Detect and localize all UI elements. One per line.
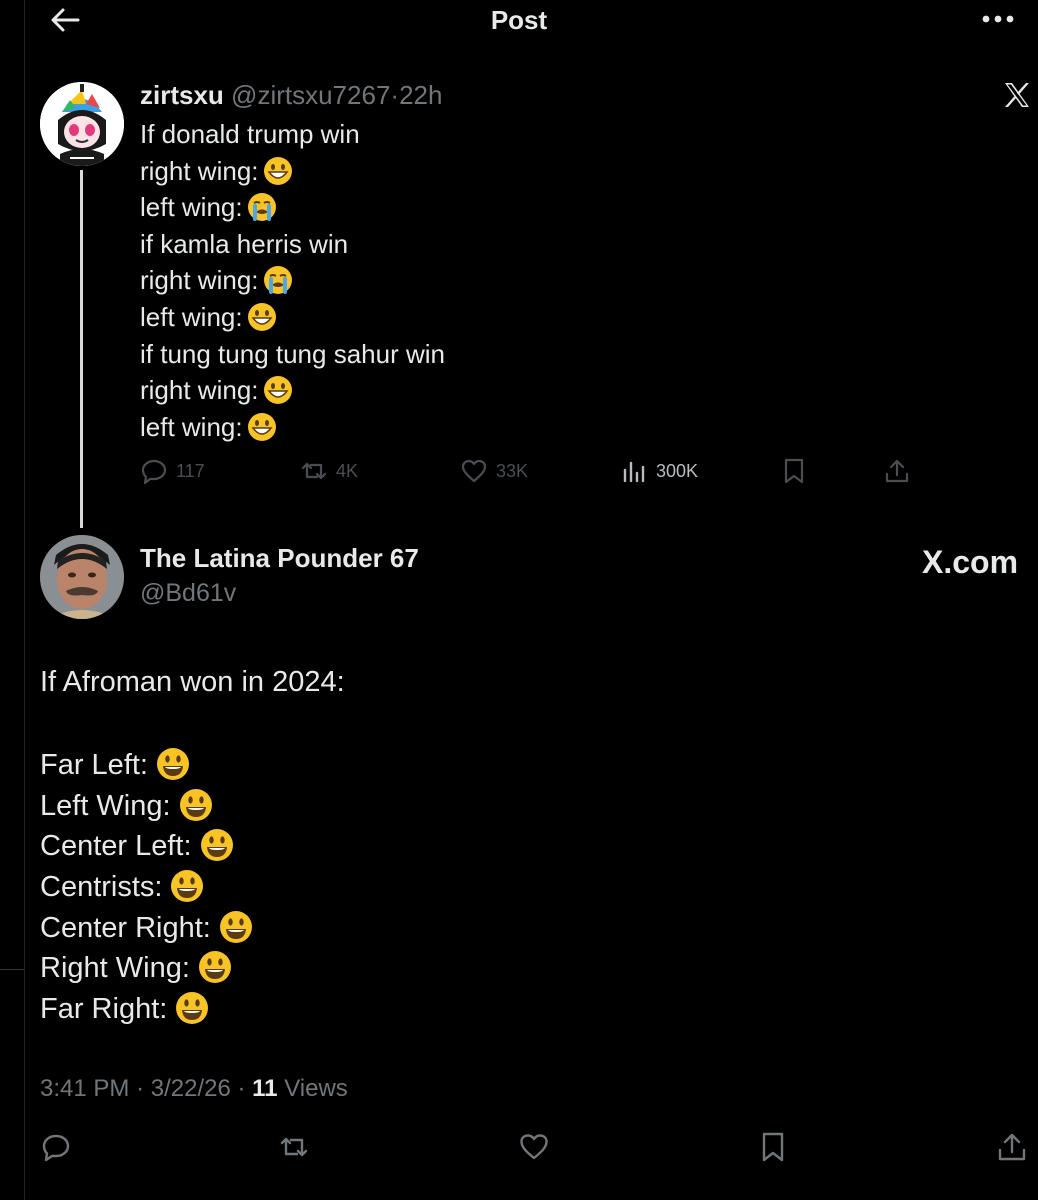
parent-display-name[interactable]: zirtsxu [140, 80, 224, 110]
author-display-name[interactable]: The Latina Pounder 67 [140, 543, 419, 574]
text-line: Center Right: [40, 910, 253, 945]
post-timestamp: 3:41 PM · 3/22/26 · 11 Views [40, 1075, 348, 1103]
x-logo-icon [1002, 80, 1032, 110]
left-border [24, 0, 25, 1200]
post-time[interactable]: 3:41 PM [40, 1075, 129, 1102]
crying-face-icon [263, 266, 292, 295]
reply-button[interactable]: 117 [140, 456, 205, 486]
meta-separator: · [136, 1075, 145, 1102]
views-count: 11 [252, 1075, 278, 1102]
left-divider [0, 969, 24, 970]
parent-handle[interactable]: @zirtsxu7267 [231, 80, 390, 110]
text-line: left wing: [140, 189, 445, 226]
share-icon [885, 459, 909, 483]
grinning-face-icon [263, 156, 292, 185]
main-action-bar [0, 1132, 1038, 1172]
post-date[interactable]: 3/22/26 [151, 1075, 231, 1102]
repost-button[interactable] [278, 1132, 310, 1162]
heart-icon [520, 1134, 548, 1160]
meta-separator: · [237, 1075, 246, 1102]
parent-avatar[interactable] [40, 82, 124, 166]
views-count: 300K [656, 460, 699, 481]
more-icon [982, 15, 1014, 23]
text-line: right wing: [140, 262, 445, 299]
views-button[interactable]: 300K [620, 456, 698, 486]
smiley-face-icon [219, 911, 252, 943]
bookmark-icon [762, 1132, 784, 1162]
grinning-face-icon [247, 412, 276, 441]
bookmark-button[interactable] [780, 456, 808, 486]
smiley-face-icon [200, 829, 233, 861]
text-line: right wing: [140, 153, 445, 190]
repost-icon [301, 462, 327, 480]
grinning-face-icon [247, 302, 276, 331]
meta-separator: · [390, 80, 400, 110]
text-line: If Afroman won in 2024: [40, 666, 345, 698]
views-label: Views [284, 1075, 348, 1102]
man-portrait-icon [40, 535, 124, 619]
like-button[interactable]: 33K [460, 456, 528, 486]
share-button[interactable] [996, 1132, 1028, 1162]
smiley-face-icon [179, 789, 212, 821]
text-line: Left Wing: [40, 788, 213, 823]
text-line: left wing: [140, 299, 445, 336]
reply-button[interactable] [40, 1132, 72, 1162]
text-line: Right Wing: [40, 950, 232, 985]
smiley-face-icon [171, 870, 204, 902]
reply-icon [42, 1134, 70, 1162]
more-options-button[interactable] [978, 8, 1018, 30]
repost-icon [280, 1137, 308, 1157]
text-line: if kamla herris win [140, 228, 349, 259]
reply-icon [141, 459, 167, 485]
text-line: Far Left: [40, 747, 190, 782]
parent-time[interactable]: 22h [399, 80, 442, 110]
grinning-face-icon [263, 376, 292, 405]
like-button[interactable] [518, 1132, 550, 1162]
like-count: 33K [496, 460, 529, 481]
text-line: If donald trump win [140, 119, 360, 149]
text-line: Centrists: [40, 869, 204, 904]
heart-icon [461, 459, 487, 483]
anime-avatar-icon [40, 82, 124, 166]
text-line: Center Left: [40, 828, 234, 863]
parent-tweet-meta: zirtsxu @zirtsxu7267·22h [140, 80, 442, 111]
crying-face-icon [247, 193, 276, 222]
text-line: if tung tung tung sahur win [140, 338, 445, 369]
top-bar: Post [0, 0, 1038, 40]
page-title: Post [490, 5, 548, 35]
smiley-face-icon [198, 951, 231, 983]
reply-count: 117 [176, 460, 205, 481]
views-chart-icon [623, 461, 645, 483]
parent-tweet-text: If donald trump win right wing: left win… [140, 116, 445, 445]
smiley-face-icon [176, 992, 209, 1024]
brand-watermark: X.com [922, 544, 1019, 580]
share-icon [998, 1133, 1026, 1161]
smiley-face-icon [157, 748, 189, 780]
text-line: right wing: [140, 372, 445, 409]
author-handle[interactable]: @Bd61v [140, 579, 236, 608]
text-line: left wing: [140, 409, 445, 446]
author-avatar[interactable] [40, 535, 124, 619]
parent-action-bar: 117 4K 33K 300K [0, 456, 1038, 490]
bookmark-button[interactable] [757, 1132, 789, 1162]
repost-button[interactable]: 4K [300, 456, 358, 486]
text-line: Far Right: [40, 991, 209, 1026]
share-button[interactable] [883, 456, 911, 486]
repost-count: 4K [336, 460, 359, 481]
bookmark-icon [784, 458, 804, 484]
